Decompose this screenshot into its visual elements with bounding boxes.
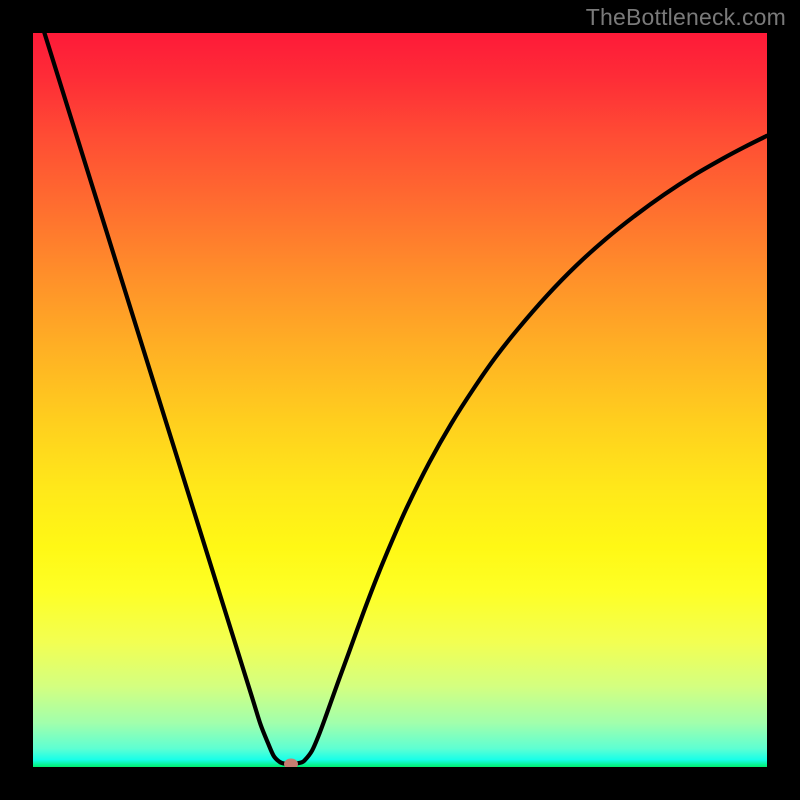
- chart-frame: TheBottleneck.com: [0, 0, 800, 800]
- bottleneck-curve: [33, 33, 767, 767]
- plot-area: [33, 33, 767, 767]
- watermark-text: TheBottleneck.com: [586, 4, 786, 31]
- optimal-point-marker: [284, 758, 298, 767]
